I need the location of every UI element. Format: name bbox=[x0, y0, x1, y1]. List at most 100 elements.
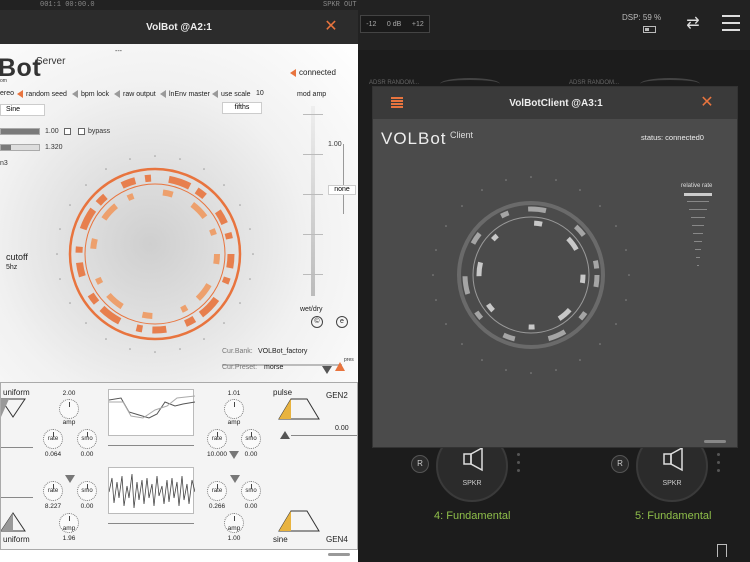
spkr-left-label: SPKR bbox=[462, 480, 482, 487]
gen1-rate-value: 0.064 bbox=[44, 451, 62, 458]
gen2-marker-icon[interactable] bbox=[280, 431, 290, 439]
host-topline: 001:1 00:00.0 SPKR OUT bbox=[0, 0, 750, 10]
gen2-smo-knob[interactable]: smo bbox=[241, 429, 261, 449]
option-random-seed-label: random seed bbox=[26, 90, 67, 98]
gen1-mode[interactable]: uniform bbox=[3, 388, 30, 397]
mod-source-select[interactable]: none bbox=[328, 185, 356, 195]
option-bpm-lock[interactable]: bpm lock bbox=[72, 90, 109, 98]
bypass-checkbox[interactable] bbox=[78, 128, 85, 135]
close-icon[interactable]: ✕ bbox=[700, 95, 714, 111]
node-left-dots bbox=[517, 453, 521, 477]
hamburger-menu-icon[interactable] bbox=[722, 15, 740, 31]
transport-counter: 001:1 00:00.0 bbox=[40, 1, 95, 9]
connected-arrow-icon bbox=[290, 68, 296, 77]
gen3-amp-label: amp bbox=[62, 525, 76, 532]
output-meter[interactable]: -12 0 dB +12 bbox=[360, 15, 430, 33]
fader-tick bbox=[303, 154, 323, 155]
gen3-amp-value: 1.96 bbox=[62, 535, 76, 542]
connected-label: connected bbox=[299, 68, 336, 77]
routing-icon[interactable]: ⇄ bbox=[683, 14, 703, 34]
mod-amp-line bbox=[343, 144, 344, 214]
option-stereo[interactable]: ereo bbox=[0, 90, 14, 97]
client-ring-visualizer[interactable] bbox=[431, 175, 631, 375]
gen3-rate-knob[interactable]: rate bbox=[43, 481, 63, 501]
preset-prev-icon[interactable] bbox=[322, 366, 332, 374]
meter-0db: 0 dB bbox=[386, 20, 402, 28]
outer-segments bbox=[75, 174, 235, 334]
gen2-mode[interactable]: pulse bbox=[273, 388, 292, 397]
gen3-shape bbox=[1, 512, 26, 532]
gen2-shape bbox=[278, 398, 320, 420]
spkr-out-label: SPKR OUT bbox=[323, 1, 357, 9]
checkbox-a[interactable] bbox=[64, 128, 71, 135]
list-icon[interactable] bbox=[391, 97, 403, 108]
gen4-smo-knob[interactable]: smo bbox=[241, 481, 261, 501]
option-lnenv-master-label: lnEnv master bbox=[169, 90, 210, 98]
client-inner-segments bbox=[476, 220, 586, 330]
inner-ring bbox=[84, 183, 226, 325]
client-resize-handle[interactable] bbox=[704, 440, 726, 443]
gen1-amp-value: 2.00 bbox=[62, 390, 76, 397]
gen3-down-icon[interactable] bbox=[65, 475, 75, 483]
gen1-smo-knob[interactable]: smo bbox=[77, 429, 97, 449]
gen4-down-icon[interactable] bbox=[230, 475, 240, 483]
close-icon[interactable]: ✕ bbox=[324, 19, 338, 35]
scale-count[interactable]: 10 bbox=[256, 90, 264, 97]
gen3-line bbox=[1, 497, 33, 498]
gen-waveform-top[interactable] bbox=[108, 389, 196, 436]
gen-seq-bottom bbox=[108, 523, 194, 524]
option-bpm-lock-label: bpm lock bbox=[81, 90, 110, 98]
gen-seq-top bbox=[108, 445, 194, 446]
client-brand-sub: Client bbox=[450, 130, 474, 140]
option-use-scale-label: use scale bbox=[221, 90, 251, 98]
gen-waveform-bottom[interactable] bbox=[108, 467, 196, 514]
slider-2-value: 1.320 bbox=[45, 144, 63, 151]
bookmark-icon[interactable] bbox=[717, 544, 727, 557]
option-use-scale[interactable]: use scale bbox=[212, 90, 251, 98]
cur-bank-value[interactable]: VOLBot_factory bbox=[258, 348, 307, 355]
gen2-rate-knob[interactable]: rate bbox=[207, 429, 227, 449]
arrow-icon bbox=[212, 90, 218, 98]
option-raw-output[interactable]: raw output bbox=[114, 90, 156, 98]
option-random-seed[interactable]: random seed bbox=[17, 90, 67, 98]
gen3-mode[interactable]: uniform bbox=[3, 535, 30, 544]
server-resize-handle[interactable] bbox=[328, 553, 350, 556]
copyright-icon[interactable]: © bbox=[311, 316, 323, 328]
slider-1[interactable] bbox=[0, 128, 40, 135]
speaker-icon bbox=[663, 446, 683, 472]
wet-dry-label: wet/dry bbox=[300, 306, 323, 313]
node-left-label[interactable]: 4: Fundamental bbox=[434, 510, 510, 522]
scale-select[interactable]: fifths bbox=[222, 102, 262, 114]
wet-dry-fader[interactable] bbox=[311, 106, 315, 296]
preset-warning-icon[interactable] bbox=[335, 362, 345, 371]
fader-tick bbox=[303, 234, 323, 235]
server-ring-visualizer[interactable] bbox=[55, 154, 255, 354]
gen1-amp-knob[interactable] bbox=[59, 399, 79, 419]
gen3-smo-knob[interactable]: smo bbox=[77, 481, 97, 501]
dsp-readout: DSP: 59 % bbox=[622, 13, 662, 22]
gen1-rate-knob[interactable]: rate bbox=[43, 429, 63, 449]
node-right-dots bbox=[717, 453, 721, 477]
gen4-rate-knob[interactable]: rate bbox=[207, 481, 227, 501]
meter-minus12: -12 bbox=[366, 20, 377, 28]
bypass-label: bypass bbox=[88, 128, 111, 135]
slider-2[interactable] bbox=[0, 144, 40, 151]
record-right-button[interactable]: R bbox=[611, 455, 629, 473]
record-left-button[interactable]: R bbox=[411, 455, 429, 473]
gen1-line bbox=[1, 447, 33, 448]
inner-segments bbox=[90, 189, 220, 319]
gen2-down-icon[interactable] bbox=[229, 451, 239, 459]
spkr-right-label: SPKR bbox=[662, 480, 682, 487]
node-right-label[interactable]: 5: Fundamental bbox=[635, 510, 711, 522]
e-icon[interactable]: e bbox=[336, 316, 348, 328]
relative-rate-fader[interactable] bbox=[681, 191, 715, 287]
cur-preset-value[interactable]: morse bbox=[264, 364, 283, 371]
gen2-label: GEN2 bbox=[326, 391, 348, 400]
wave-select[interactable]: Sine bbox=[0, 104, 45, 116]
arrow-icon bbox=[72, 90, 78, 98]
gen2-amp-knob[interactable] bbox=[224, 399, 244, 419]
gen3-rate-value: 8.227 bbox=[44, 503, 62, 510]
connection-status[interactable]: connected bbox=[290, 68, 336, 77]
option-lnenv-master[interactable]: lnEnv master bbox=[160, 90, 210, 98]
gen4-mode[interactable]: sine bbox=[273, 535, 288, 544]
